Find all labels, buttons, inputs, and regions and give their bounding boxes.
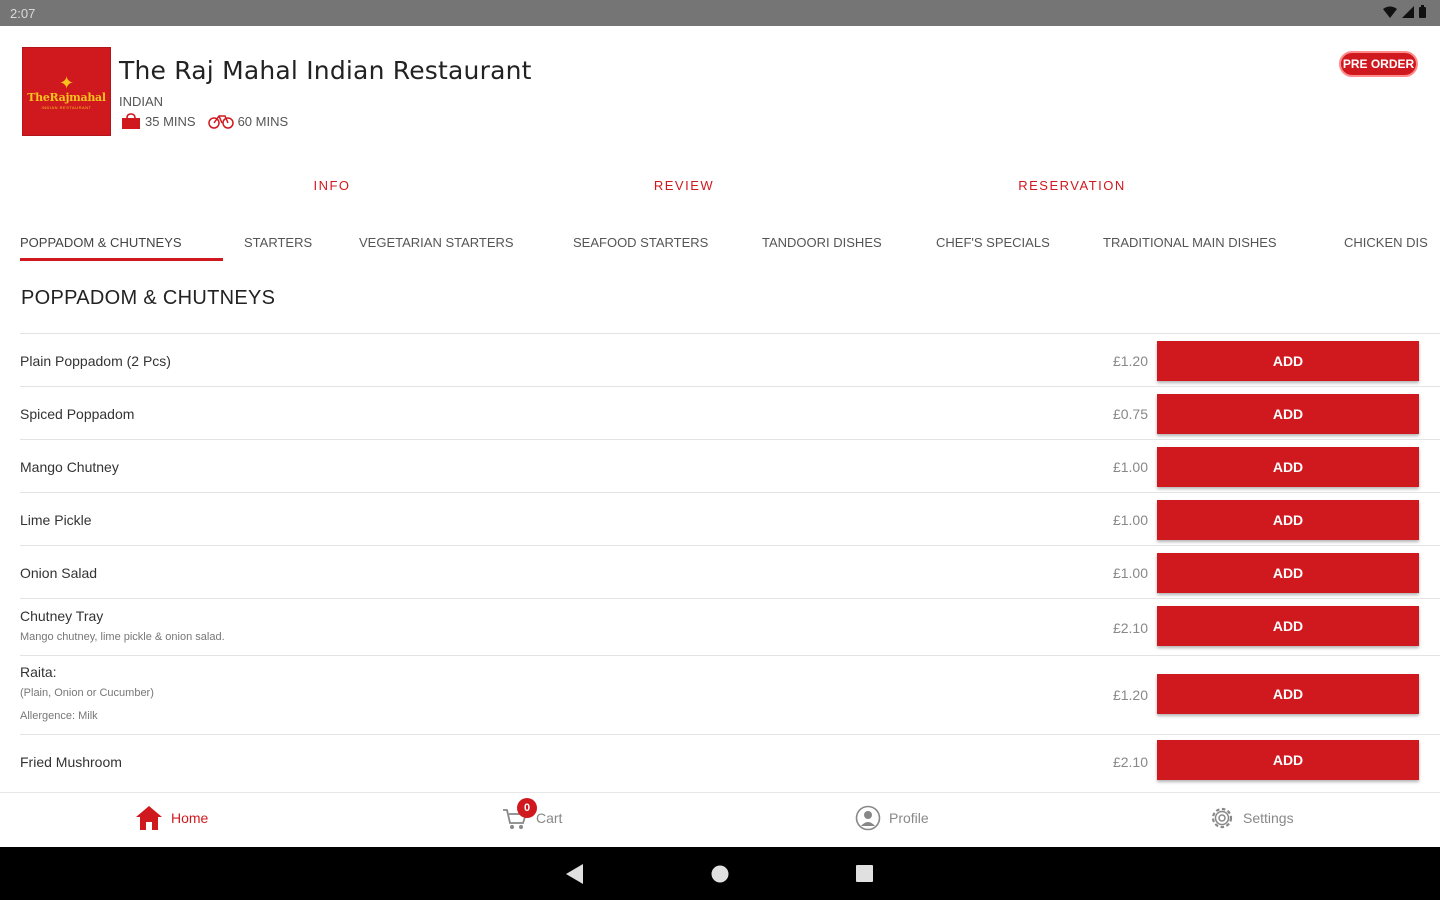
category-tab-seafood-starters[interactable]: SEAFOOD STARTERS — [573, 235, 708, 250]
logo-text: TheRajmahal — [27, 90, 106, 104]
menu-item-name: Plain Poppadom (2 Pcs) — [20, 353, 171, 369]
system-navigation-bar — [0, 847, 1440, 900]
category-tab-chicken-dishes[interactable]: CHICKEN DIS — [1344, 235, 1428, 250]
nav-cart-label: Cart — [536, 810, 563, 826]
menu-item-name: Mango Chutney — [20, 459, 119, 475]
shopping-bag-icon — [122, 113, 140, 129]
menu-item-row: Plain Poppadom (2 Pcs) £1.20 ADD — [20, 333, 1440, 386]
add-button[interactable]: ADD — [1157, 447, 1419, 487]
nav-settings-label: Settings — [1243, 810, 1294, 826]
menu-item-name: Chutney Tray — [20, 608, 104, 624]
menu-item-price: £1.00 — [1112, 565, 1148, 581]
menu-item-name: Onion Salad — [20, 565, 98, 581]
add-button[interactable]: ADD — [1157, 740, 1419, 780]
bicycle-icon — [207, 115, 234, 129]
menu-item-name: Fried Mushroom — [20, 754, 122, 770]
menu-item-allergens: Allergence: Milk — [20, 710, 98, 722]
menu-item-price: £2.10 — [1112, 620, 1148, 636]
collection-time: 35 MINS — [145, 113, 196, 129]
logo-subtext: INDIAN RESTAURANT — [41, 104, 92, 110]
tab-reservation[interactable]: RESERVATION — [1018, 178, 1126, 193]
signal-icon — [1402, 5, 1414, 18]
logo-star-icon: ✦ — [58, 72, 75, 93]
menu-list: Plain Poppadom (2 Pcs) £1.20 ADD Spiced … — [20, 333, 1440, 787]
menu-item-row: Onion Salad £1.00 ADD — [20, 545, 1440, 598]
menu-item-price: £0.75 — [1112, 406, 1148, 422]
status-icons — [1383, 5, 1426, 18]
tab-info[interactable]: INFO — [313, 178, 350, 193]
add-button[interactable]: ADD — [1157, 341, 1419, 381]
home-circle-icon[interactable] — [711, 865, 729, 883]
menu-item-price: £1.20 — [1112, 687, 1148, 703]
cuisine-label: INDIAN — [119, 94, 164, 109]
status-bar: 2:07 — [0, 0, 1440, 26]
pre-order-button[interactable]: PRE ORDER — [1339, 51, 1418, 77]
wifi-icon — [1383, 6, 1397, 18]
menu-item-row: Spiced Poppadom £0.75 ADD — [20, 386, 1440, 439]
status-time: 2:07 — [10, 6, 36, 21]
battery-icon — [1419, 5, 1426, 18]
menu-item-row: Lime Pickle £1.00 ADD — [20, 492, 1440, 545]
cart-count-badge: 0 — [517, 798, 537, 818]
cart-icon-wrap: 0 — [502, 798, 537, 831]
menu-item-price: £1.00 — [1112, 512, 1148, 528]
active-tab-indicator — [20, 258, 223, 261]
nav-settings[interactable]: Settings — [1209, 805, 1294, 831]
nav-home-label: Home — [171, 810, 209, 826]
delivery-times: 35 MINS 60 MINS — [121, 113, 288, 129]
add-button[interactable]: ADD — [1157, 500, 1419, 540]
menu-item-price: £2.10 — [1112, 754, 1148, 770]
menu-item-row: Raita: (Plain, Onion or Cucumber) Allerg… — [20, 655, 1440, 734]
gear-icon — [1211, 807, 1233, 829]
add-button[interactable]: ADD — [1157, 394, 1419, 434]
menu-item-price: £1.20 — [1112, 353, 1148, 369]
menu-item-name: Lime Pickle — [20, 512, 92, 528]
menu-item-row: Mango Chutney £1.00 ADD — [20, 439, 1440, 492]
restaurant-logo: ✦ TheRajmahal INDIAN RESTAURANT — [22, 47, 111, 136]
category-tab-poppadom[interactable]: POPPADOM & CHUTNEYS — [20, 235, 182, 250]
bottom-navigation: Home 0 Cart Profile Settings — [0, 792, 1440, 847]
menu-item-name: Spiced Poppadom — [20, 406, 135, 422]
home-icon — [136, 806, 162, 830]
info-tabs: INFO REVIEW RESERVATION — [0, 170, 1440, 202]
category-tab-chefs-specials[interactable]: CHEF'S SPECIALS — [936, 235, 1050, 250]
category-tab-starters[interactable]: STARTERS — [244, 235, 312, 250]
add-button[interactable]: ADD — [1157, 674, 1419, 714]
nav-home[interactable]: Home — [135, 805, 208, 831]
recents-square-icon[interactable] — [856, 865, 873, 882]
menu-item-description: Mango chutney, lime pickle & onion salad… — [20, 631, 225, 643]
tab-review[interactable]: REVIEW — [654, 178, 714, 193]
nav-cart[interactable]: 0 Cart — [502, 798, 563, 831]
add-button[interactable]: ADD — [1157, 553, 1419, 593]
menu-item-row: Fried Mushroom £2.10 ADD — [20, 734, 1440, 787]
nav-profile-label: Profile — [889, 810, 929, 826]
menu-item-description: (Plain, Onion or Cucumber) — [20, 687, 154, 699]
add-button[interactable]: ADD — [1157, 606, 1419, 646]
category-tab-tandoori-dishes[interactable]: TANDOORI DISHES — [762, 235, 882, 250]
delivery-time: 60 MINS — [237, 113, 289, 129]
category-tab-traditional-main-dishes[interactable]: TRADITIONAL MAIN DISHES — [1103, 235, 1277, 250]
section-title: POPPADOM & CHUTNEYS — [21, 287, 276, 309]
restaurant-header: ✦ TheRajmahal INDIAN RESTAURANT The Raj … — [0, 26, 1440, 156]
menu-item-name: Raita: — [20, 664, 57, 680]
profile-icon — [855, 805, 881, 831]
restaurant-name: The Raj Mahal Indian Restaurant — [119, 56, 532, 85]
menu-item-row: Chutney Tray Mango chutney, lime pickle … — [20, 598, 1440, 655]
category-tab-vegetarian-starters[interactable]: VEGETARIAN STARTERS — [359, 235, 514, 250]
menu-item-price: £1.00 — [1112, 459, 1148, 475]
nav-profile[interactable]: Profile — [855, 805, 929, 831]
category-tabs[interactable]: POPPADOM & CHUTNEYS STARTERS VEGETARIAN … — [0, 226, 1440, 264]
back-icon[interactable] — [566, 864, 584, 884]
